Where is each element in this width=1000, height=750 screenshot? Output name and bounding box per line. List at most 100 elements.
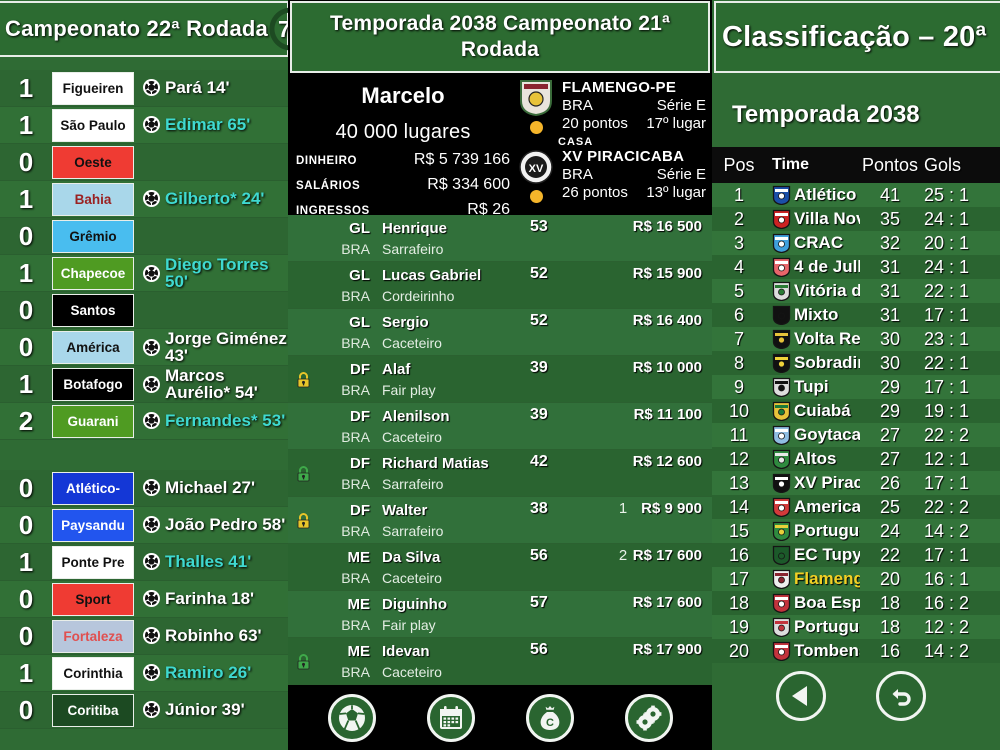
standings-goals: 19 : 1	[924, 400, 970, 421]
soccer-ball-icon	[143, 412, 160, 430]
standings-position: 2	[733, 208, 744, 229]
player-row[interactable]: DF Alaf 39 R$ 10 000 BRA Fair play	[288, 356, 712, 403]
home-team-name: XV PIRACICABA	[562, 148, 685, 165]
match-team-name: Bahia	[52, 182, 134, 216]
match-team-name: Figueiren	[52, 71, 134, 105]
player-row[interactable]: ME Diguinho 57 R$ 17 600 BRA Fair play	[288, 591, 712, 638]
player-primary-line: GL Lucas Gabriel 52 R$ 15 900	[318, 265, 712, 286]
player-row[interactable]: ME Da Silva 56 2 R$ 17 600 BRA Caceteiro	[288, 544, 712, 591]
away-team-country: BRA	[562, 97, 593, 114]
player-list[interactable]: GL Henrique 53 R$ 16 500 BRA Sarrafeiro GL Luca…	[288, 215, 712, 685]
standings-row[interactable]: 2 Villa Nova MG 35 24 : 1	[712, 207, 1000, 231]
player-lock-cell[interactable]	[288, 450, 318, 496]
match-row[interactable]: 0 Sport Farinha 18'	[0, 581, 288, 618]
player-lock-cell[interactable]	[288, 544, 318, 590]
standings-points: 27	[879, 424, 901, 445]
player-row[interactable]: DF Walter 38 1 R$ 9 900 BRA Sarrafeiro	[288, 497, 712, 544]
standings-season: Temporada 2038	[732, 101, 920, 128]
player-row[interactable]: ME Idevan 56 R$ 17 900 BRA Caceteiro	[288, 638, 712, 685]
player-lock-cell[interactable]	[288, 309, 318, 355]
player-lock-cell[interactable]	[288, 497, 318, 543]
standings-row[interactable]: 5 Vitória da Conq 31 22 : 1	[712, 279, 1000, 303]
match-score: 0	[18, 620, 34, 651]
standings-position: 14	[728, 496, 750, 517]
match-scorer-text: Fernandes* 53'	[165, 411, 286, 431]
standings-row[interactable]: 4 4 de Julho 31 24 : 1	[712, 255, 1000, 279]
player-lock-cell[interactable]	[288, 262, 318, 308]
player-lock-cell[interactable]	[288, 638, 318, 684]
standings-row[interactable]: 1 Atlético Tubarã 41 25 : 1	[712, 183, 1000, 207]
player-row[interactable]: GL Lucas Gabriel 52 R$ 15 900 BRA Cordeirinho	[288, 262, 712, 309]
match-row[interactable]: 1 Chapecoe Diego Torres 50'	[0, 255, 288, 292]
standings-row[interactable]: 9 Tupi 29 17 : 1	[712, 375, 1000, 399]
player-row[interactable]: GL Sergio 52 R$ 16 400 BRA Caceteiro	[288, 309, 712, 356]
match-row[interactable]: 1 Ponte Pre Thalles 41'	[0, 544, 288, 581]
match-row[interactable]: 1 Botafogo Marcos Aurélio* 54'	[0, 366, 288, 403]
standings-row[interactable]: 17 Flamengo-PE 20 16 : 1	[712, 567, 1000, 591]
play-back-button[interactable]	[776, 670, 826, 721]
match-score: 1	[18, 109, 34, 140]
standings-row[interactable]: 3 CRAC 32 20 : 1	[712, 231, 1000, 255]
column-header-points: Pontos	[861, 154, 919, 175]
standings-team-name: Portuguesa-RJ	[794, 521, 860, 540]
match-row[interactable]: 0 América Jorge Giménez 43'	[0, 329, 288, 366]
standings-row[interactable]: 8 Sobradinho 30 22 : 1	[712, 351, 1000, 375]
match-row[interactable]: 0 Grêmio	[0, 218, 288, 255]
standings-row[interactable]: 14 America-RJ 25 22 : 2	[712, 495, 1000, 519]
match-row[interactable]: 0 Coritiba Júnior 39'	[0, 692, 288, 729]
match-row[interactable]: 0 Oeste	[0, 144, 288, 181]
match-row[interactable]: 1 Corinthia Ramiro 26'	[0, 655, 288, 692]
match-scorer: Ramiro 26'	[134, 663, 288, 683]
standings-row[interactable]: 10 Cuiabá 29 19 : 1	[712, 399, 1000, 423]
away-team-block[interactable]: FLAMENGO-PE BRA Série E 20 pontos 17º lu…	[516, 79, 706, 134]
standings-row[interactable]: 6 Mixto 31 17 : 1	[712, 303, 1000, 327]
tactics-gear-button[interactable]	[624, 693, 673, 742]
match-row[interactable]: 1 São Paulo Edimar 65'	[0, 107, 288, 144]
calendar-icon	[439, 705, 462, 729]
standings-row[interactable]: 18 Boa Esporte 18 16 : 2	[712, 591, 1000, 615]
standings-row[interactable]: 7 Volta Redonda 30 23 : 1	[712, 327, 1000, 351]
standings-row[interactable]: 19 Portuguesa 18 12 : 2	[712, 615, 1000, 639]
player-row[interactable]: DF Richard Matias 42 R$ 12 600 BRA Sarrafeiro	[288, 450, 712, 497]
match-scorer-text: Ramiro 26'	[165, 663, 252, 683]
player-name: Henrique	[382, 220, 448, 237]
standings-team-cell: America-RJ	[766, 497, 860, 517]
soccer-ball-button[interactable]	[327, 693, 376, 742]
standings-goals: 23 : 1	[924, 328, 970, 349]
match-row[interactable]: 0 Paysandu João Pedro 58'	[0, 507, 288, 544]
player-lock-cell[interactable]	[288, 591, 318, 637]
match-row[interactable]: 1 Figueiren Pará 14'	[0, 70, 288, 107]
player-row[interactable]: DF Alenilson 39 R$ 11 100 BRA Caceteiro	[288, 403, 712, 450]
home-team-info: XV PIRACICABA BRA Série E 26 pontos 13º …	[562, 148, 706, 201]
match-row[interactable]: 1 Bahia Gilberto* 24'	[0, 181, 288, 218]
soccer-ball-icon	[143, 664, 160, 682]
undo-button[interactable]	[876, 670, 926, 721]
standings-row[interactable]: 13 XV Piracicaba 26 17 : 1	[712, 471, 1000, 495]
player-lock-cell[interactable]	[288, 403, 318, 449]
standings-team-cell: Cuiabá	[766, 401, 860, 421]
player-lock-cell[interactable]	[288, 215, 318, 261]
home-team-block[interactable]: XV XV PIRACICABA BRA Série E 26 pontos 1…	[516, 148, 706, 203]
club-name: Marcelo	[361, 83, 445, 108]
calendar-button[interactable]	[426, 693, 475, 742]
match-team-name: Paysandu	[52, 508, 134, 542]
player-lock-cell[interactable]	[288, 356, 318, 402]
standings-row[interactable]: 11 Goytacaz 27 22 : 2	[712, 423, 1000, 447]
match-row[interactable]: 0 Santos	[0, 292, 288, 329]
standings-team-name: Tupi	[794, 377, 829, 396]
match-row[interactable]: 0 Fortaleza Robinho 63'	[0, 618, 288, 655]
player-rating: 39	[530, 359, 548, 376]
standings-points: 16	[879, 640, 901, 661]
standings-team-name: Boa Esporte	[794, 593, 860, 612]
match-row[interactable]: 2 Guarani Fernandes* 53'	[0, 403, 288, 440]
match-row[interactable]: 0 Atlético- Michael 27'	[0, 470, 288, 507]
standings-points: 20	[879, 568, 901, 589]
money-bag-button[interactable]: C	[525, 693, 574, 742]
player-row[interactable]: GL Henrique 53 R$ 16 500 BRA Sarrafeiro	[288, 215, 712, 262]
standings-row[interactable]: 12 Altos 27 12 : 1	[712, 447, 1000, 471]
match-group-separator	[0, 440, 288, 470]
standings-row[interactable]: 16 EC Tupy 22 17 : 1	[712, 543, 1000, 567]
standings-row[interactable]: 20 Tombense 16 14 : 2	[712, 639, 1000, 663]
standings-team-cell: Boa Esporte	[766, 593, 860, 613]
standings-row[interactable]: 15 Portuguesa-RJ 24 14 : 2	[712, 519, 1000, 543]
